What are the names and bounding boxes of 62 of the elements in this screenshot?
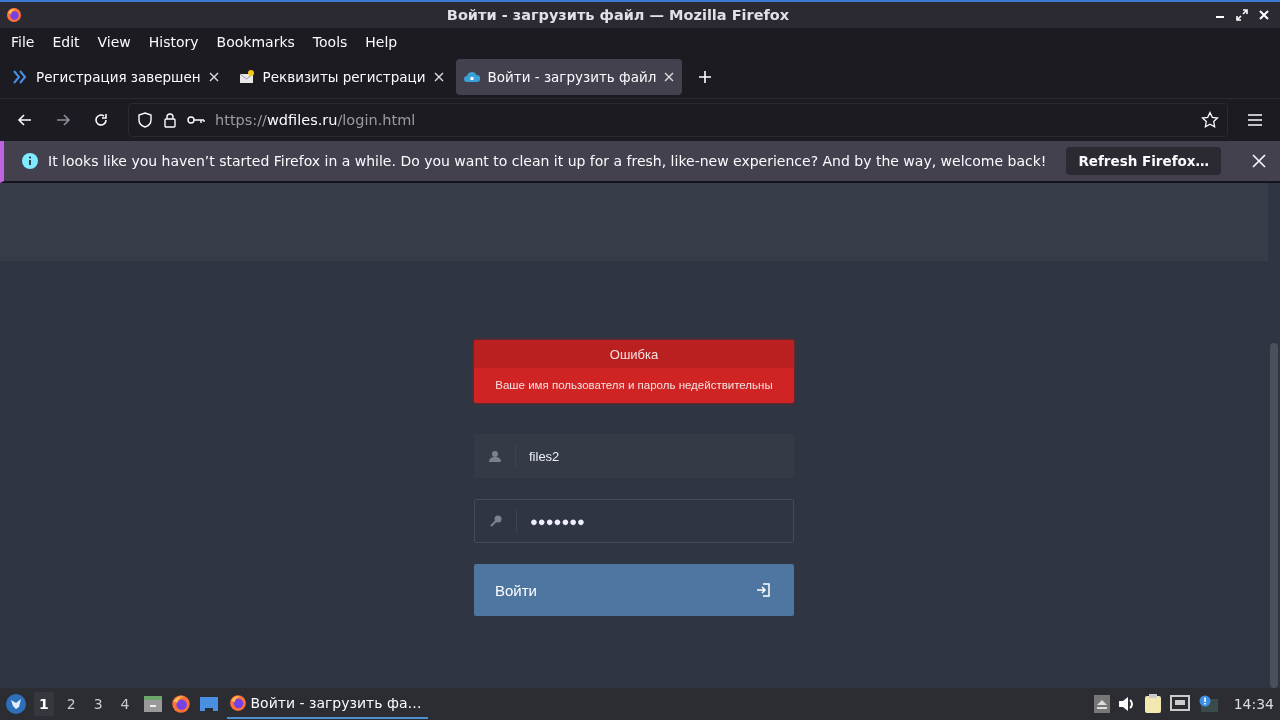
browser-logo-icon xyxy=(6,7,22,23)
eject-icon[interactable] xyxy=(1093,695,1110,713)
cloud-icon xyxy=(463,69,480,85)
refresh-button[interactable]: Refresh Firefox… xyxy=(1066,147,1221,175)
close-icon[interactable] xyxy=(1258,9,1270,21)
file-cabinet-icon[interactable] xyxy=(142,695,163,713)
menu-item[interactable]: File xyxy=(2,34,44,50)
password-field[interactable]: ●●●●●●● xyxy=(474,499,794,543)
error-message: Ваше имя пользователя и пароль недействительны xyxy=(494,378,774,393)
volume-icon[interactable] xyxy=(1117,696,1136,712)
info-icon xyxy=(22,153,38,169)
browser-tab[interactable]: Войти - загрузить файл xyxy=(455,59,683,95)
url-text: https://wdfiles.ru/login.html xyxy=(215,112,417,128)
clipboard-icon[interactable] xyxy=(1143,694,1162,714)
star-icon[interactable] xyxy=(1201,111,1219,129)
clock: 14:34 xyxy=(1233,696,1274,712)
back-icon[interactable] xyxy=(17,112,33,128)
close-icon[interactable] xyxy=(1252,154,1266,168)
envelope-icon xyxy=(238,69,255,85)
browser-tab[interactable]: Регистрация завершен xyxy=(4,59,227,95)
workspace-button[interactable]: 4 xyxy=(115,692,135,716)
window-title: Войти - загрузить файл — Mozilla Firefox xyxy=(445,7,791,23)
new-tab-icon[interactable] xyxy=(698,70,713,84)
taskbar-window-button[interactable]: Войти - загрузить фа… xyxy=(226,689,428,719)
password-input[interactable]: ●●●●●●● xyxy=(516,510,793,532)
address-bar[interactable]: https://wdfiles.ru/login.html xyxy=(128,103,1228,137)
menu-item[interactable]: Tools xyxy=(303,34,357,50)
menu-item[interactable]: Bookmarks xyxy=(207,34,304,50)
key-icon xyxy=(490,515,502,527)
sign-in-icon xyxy=(756,583,770,597)
workspace-button[interactable]: 3 xyxy=(88,692,108,716)
key-icon xyxy=(187,114,205,126)
error-title: Ошибка xyxy=(474,340,794,368)
close-tab-icon[interactable] xyxy=(433,72,444,82)
close-tab-icon[interactable] xyxy=(208,72,219,82)
username-input[interactable]: files2 xyxy=(515,445,794,467)
shield-icon xyxy=(137,112,153,128)
menu-item[interactable]: Edit xyxy=(43,34,89,50)
menu-icon[interactable] xyxy=(1247,113,1263,127)
lock-icon xyxy=(163,112,177,128)
notification-icon[interactable] xyxy=(1197,695,1218,713)
menu-item[interactable]: Help xyxy=(356,34,407,50)
start-menu-icon[interactable] xyxy=(6,694,26,714)
network-icon[interactable] xyxy=(1169,695,1190,713)
reload-icon[interactable] xyxy=(93,112,109,128)
login-button[interactable]: Войти xyxy=(474,564,794,616)
browser-logo-icon xyxy=(228,694,247,712)
browser-logo-icon[interactable] xyxy=(170,694,191,714)
browser-tab[interactable]: Реквизиты регистраци xyxy=(230,59,452,95)
user-icon xyxy=(489,450,501,462)
username-field[interactable]: files2 xyxy=(474,434,794,478)
scrollbar-thumb[interactable] xyxy=(1270,343,1278,688)
maximize-icon[interactable] xyxy=(1236,9,1248,21)
notification-message: It looks like you haven’t started Firefox in a while. Do you want to clean it up for a fresh, like-new experience? And by the way, welcome back! xyxy=(48,153,1047,169)
chevrons-icon xyxy=(12,69,28,85)
menu-item[interactable]: History xyxy=(139,34,208,50)
close-tab-icon[interactable] xyxy=(664,72,675,82)
workspace-button[interactable]: 2 xyxy=(61,692,81,716)
desktop-icon[interactable] xyxy=(198,695,219,713)
workspace-button[interactable]: 1 xyxy=(34,692,54,716)
menu-item[interactable]: View xyxy=(88,34,140,50)
forward-icon[interactable] xyxy=(55,112,71,128)
